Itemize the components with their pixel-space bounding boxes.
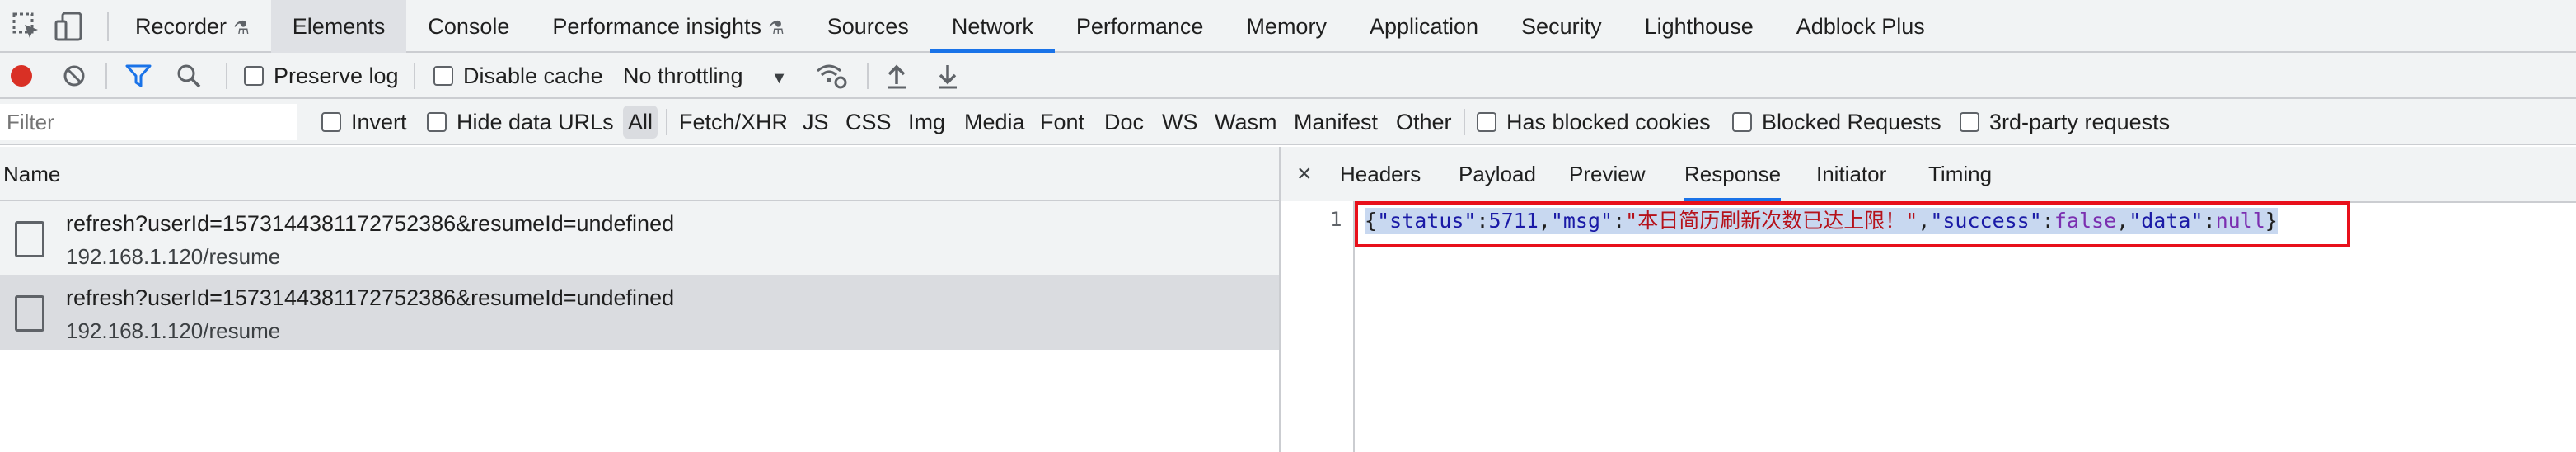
- line-number: 1: [1330, 208, 1342, 231]
- inspect-icon[interactable]: [12, 12, 41, 41]
- tab-elements[interactable]: Elements: [270, 0, 407, 53]
- tab-security[interactable]: Security: [1500, 0, 1623, 53]
- filter-input[interactable]: [0, 104, 297, 140]
- request-host: 192.168.1.120/resume: [66, 318, 281, 343]
- type-filter-manifest[interactable]: Manifest: [1294, 99, 1378, 145]
- type-filter-all[interactable]: All: [623, 106, 658, 139]
- close-icon[interactable]: ×: [1297, 147, 1312, 201]
- disable-cache-checkbox[interactable]: Disable cache: [433, 53, 603, 99]
- type-filter-doc[interactable]: Doc: [1104, 99, 1144, 145]
- checkbox[interactable]: [1960, 112, 1979, 132]
- panel-tabs: Recorder ⚗ Elements Console Performance i…: [114, 0, 1946, 53]
- third-party-requests-checkbox[interactable]: 3rd-party requests: [1960, 99, 2170, 145]
- chevron-down-icon: ▼: [770, 69, 788, 87]
- filter-divider: [666, 109, 667, 135]
- tab-sources[interactable]: Sources: [806, 0, 930, 53]
- tab-application[interactable]: Application: [1348, 0, 1500, 53]
- filter-icon[interactable]: [125, 64, 152, 87]
- request-row[interactable]: refresh?userId=1573144381172752386&resum…: [0, 201, 1279, 275]
- type-filter-img[interactable]: Img: [908, 99, 945, 145]
- type-filter-other[interactable]: Other: [1396, 99, 1452, 145]
- checkbox[interactable]: [244, 66, 264, 86]
- import-icon[interactable]: [885, 63, 908, 89]
- tab-timing[interactable]: Timing: [1928, 147, 1992, 201]
- throttling-select[interactable]: No throttling ▼: [623, 53, 787, 99]
- record-icon[interactable]: [10, 64, 33, 87]
- tab-performance[interactable]: Performance: [1055, 0, 1225, 53]
- tab-lighthouse[interactable]: Lighthouse: [1623, 0, 1775, 53]
- search-icon[interactable]: [176, 64, 201, 88]
- checkbox[interactable]: [427, 112, 447, 132]
- tab-headers[interactable]: Headers: [1340, 147, 1421, 201]
- document-icon: [15, 295, 44, 332]
- preserve-log-checkbox[interactable]: Preserve log: [244, 53, 399, 99]
- blocked-requests-checkbox[interactable]: Blocked Requests: [1732, 99, 1941, 145]
- type-filter-css[interactable]: CSS: [845, 99, 892, 145]
- network-conditions-icon[interactable]: [816, 63, 847, 89]
- network-toolbar: Preserve log Disable cache No throttling…: [0, 53, 2576, 99]
- type-filter-wasm[interactable]: Wasm: [1215, 99, 1277, 145]
- checkbox[interactable]: [1732, 112, 1752, 132]
- request-name: refresh?userId=1573144381172752386&resum…: [66, 285, 675, 310]
- request-name: refresh?userId=1573144381172752386&resum…: [66, 211, 675, 236]
- tab-adblock-plus[interactable]: Adblock Plus: [1775, 0, 1946, 53]
- tab-preview[interactable]: Preview: [1569, 147, 1645, 201]
- device-toggle-icon[interactable]: [54, 12, 84, 41]
- clear-icon[interactable]: [63, 64, 86, 87]
- toolbar-divider: [226, 63, 227, 89]
- has-blocked-cookies-checkbox[interactable]: Has blocked cookies: [1477, 99, 1711, 145]
- request-host: 192.168.1.120/resume: [66, 244, 281, 269]
- name-column-header[interactable]: Name: [0, 147, 1279, 201]
- checkbox[interactable]: [433, 66, 453, 86]
- detail-tabs: × Headers Payload Preview Response Initi…: [1281, 147, 2576, 203]
- experiment-flask-icon: ⚗: [768, 17, 785, 38]
- tab-memory[interactable]: Memory: [1225, 0, 1348, 53]
- type-filter-media[interactable]: Media: [964, 99, 1025, 145]
- checkbox[interactable]: [321, 112, 341, 132]
- tab-performance-insights[interactable]: Performance insights ⚗: [531, 0, 805, 53]
- type-filter-fetch-xhr[interactable]: Fetch/XHR: [679, 99, 788, 145]
- tab-response[interactable]: Response: [1684, 147, 1782, 201]
- type-filter-js[interactable]: JS: [803, 99, 829, 145]
- checkbox[interactable]: [1477, 112, 1496, 132]
- highlight-annotation-box: [1355, 201, 2350, 247]
- request-row[interactable]: refresh?userId=1573144381172752386&resum…: [0, 275, 1279, 350]
- toolbar-divider: [105, 63, 107, 89]
- tab-payload[interactable]: Payload: [1459, 147, 1536, 201]
- experiment-flask-icon: ⚗: [233, 17, 250, 38]
- tab-network[interactable]: Network: [930, 0, 1055, 53]
- tab-console[interactable]: Console: [406, 0, 531, 53]
- document-icon: [15, 221, 44, 257]
- hide-data-urls-checkbox[interactable]: Hide data URLs: [427, 99, 614, 145]
- toolbar-divider: [867, 63, 869, 89]
- tab-recorder[interactable]: Recorder ⚗: [114, 0, 271, 53]
- type-filter-font[interactable]: Font: [1040, 99, 1084, 145]
- tabbar-divider: [107, 12, 109, 41]
- tab-initiator[interactable]: Initiator: [1816, 147, 1886, 201]
- filter-divider: [1464, 109, 1465, 135]
- invert-checkbox[interactable]: Invert: [321, 99, 407, 145]
- line-number-gutter: [1281, 201, 1355, 452]
- devtools-tab-bar: Recorder ⚗ Elements Console Performance i…: [0, 0, 2576, 53]
- toolbar-divider: [414, 63, 415, 89]
- type-filter-ws[interactable]: WS: [1162, 99, 1198, 145]
- filter-bar: Invert Hide data URLs All Fetch/XHR JS C…: [0, 99, 2576, 145]
- export-icon[interactable]: [936, 63, 959, 89]
